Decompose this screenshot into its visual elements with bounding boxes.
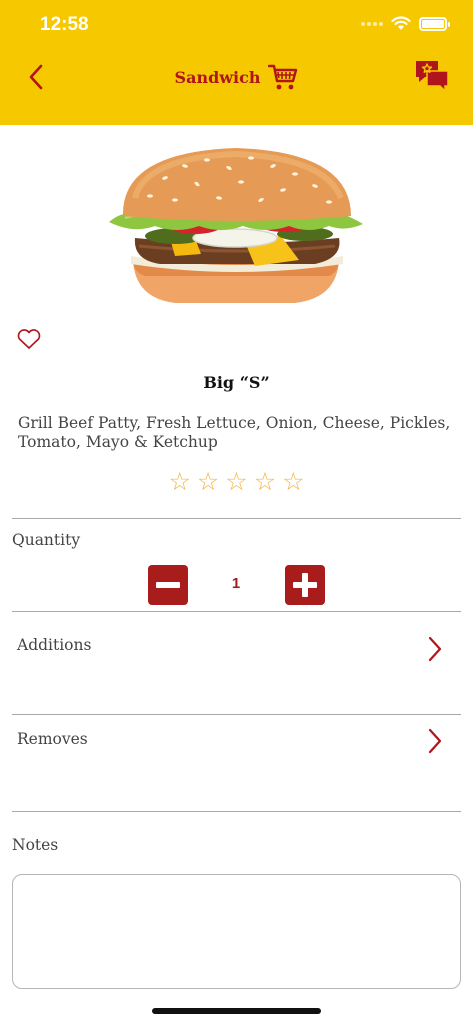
status-icons: [361, 16, 450, 31]
rating-stars: ☆ ☆ ☆ ☆ ☆: [0, 468, 473, 496]
burger-image: [109, 148, 363, 303]
favorite-heart-icon[interactable]: [16, 328, 42, 350]
additions-label: Additions: [17, 636, 92, 654]
star-icon[interactable]: ☆: [168, 468, 190, 496]
home-indicator[interactable]: [152, 1008, 321, 1014]
chat-star-button[interactable]: [413, 58, 451, 94]
quantity-increase-button[interactable]: [285, 565, 325, 605]
signal-icon: [361, 21, 383, 26]
header-bar: 12:58 Sandwich: [0, 0, 473, 125]
quantity-label: Quantity: [12, 531, 81, 549]
quantity-decrease-button[interactable]: [148, 565, 188, 605]
item-name: Big “S”: [203, 373, 270, 392]
removes-row[interactable]: Removes: [12, 715, 461, 805]
chevron-right-icon: [428, 728, 442, 754]
removes-label: Removes: [17, 730, 88, 748]
star-icon[interactable]: ☆: [282, 468, 304, 496]
status-time: 12:58: [40, 14, 89, 35]
star-icon[interactable]: ☆: [225, 468, 247, 496]
nav-title-group: Sandwich: [0, 62, 473, 92]
wifi-icon: [391, 16, 411, 30]
cart-icon[interactable]: [268, 62, 298, 92]
page-title: Sandwich: [174, 67, 261, 87]
item-description: Grill Beef Patty, Fresh Lettuce, Onion, …: [18, 414, 451, 451]
divider: [12, 518, 461, 519]
chevron-right-icon: [428, 636, 442, 662]
quantity-value: 1: [231, 575, 241, 592]
star-icon[interactable]: ☆: [197, 468, 219, 496]
star-icon[interactable]: ☆: [254, 468, 276, 496]
battery-icon: [419, 16, 450, 31]
notes-input[interactable]: [12, 874, 461, 989]
additions-row[interactable]: Additions: [12, 612, 461, 702]
divider: [12, 811, 461, 812]
notes-label: Notes: [12, 836, 59, 854]
